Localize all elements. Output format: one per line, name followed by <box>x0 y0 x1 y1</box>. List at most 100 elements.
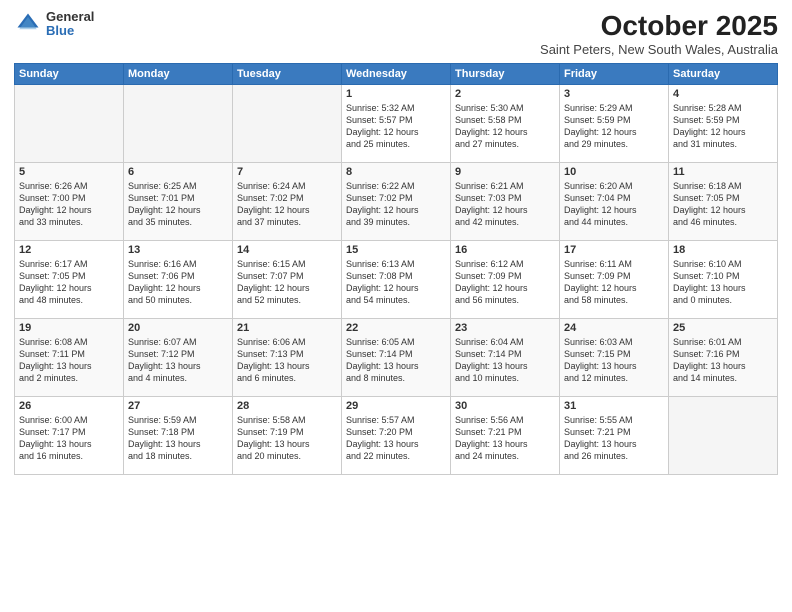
day-number: 10 <box>564 166 664 178</box>
logo-icon <box>14 10 42 38</box>
day-number: 7 <box>237 166 337 178</box>
calendar-table: Sunday Monday Tuesday Wednesday Thursday… <box>14 63 778 475</box>
calendar-cell-w2-d4: 8 Sunrise: 6:22 AM Sunset: 7:02 PM Daylig… <box>342 163 451 241</box>
day-number: 6 <box>128 166 228 178</box>
day-content: Sunrise: 5:29 AM Sunset: 5:59 PM Dayligh… <box>564 102 664 151</box>
calendar-cell-w3-d7: 18 Sunrise: 6:10 AM Sunset: 7:10 PM Dayli… <box>669 241 778 319</box>
day-content: Sunrise: 6:08 AM Sunset: 7:11 PM Dayligh… <box>19 336 119 385</box>
day-number: 17 <box>564 244 664 256</box>
col-monday: Monday <box>124 64 233 85</box>
day-number: 26 <box>19 400 119 412</box>
day-number: 8 <box>346 166 446 178</box>
calendar-cell-w5-d6: 31 Sunrise: 5:55 AM Sunset: 7:21 PM Dayli… <box>560 397 669 475</box>
calendar-cell-w5-d7 <box>669 397 778 475</box>
calendar-cell-w4-d5: 23Sunrise: 6:04 AM Sunset: 7:14 PM Dayli… <box>451 319 560 397</box>
day-number: 31 <box>564 400 664 412</box>
day-content: Sunrise: 6:04 AM Sunset: 7:14 PM Dayligh… <box>455 336 555 385</box>
calendar-cell-w2-d3: 7 Sunrise: 6:24 AM Sunset: 7:02 PM Daylig… <box>233 163 342 241</box>
calendar-cell-w2-d7: 11 Sunrise: 6:18 AM Sunset: 7:05 PM Dayli… <box>669 163 778 241</box>
day-content: Sunrise: 6:10 AM Sunset: 7:10 PM Dayligh… <box>673 258 773 307</box>
day-number: 11 <box>673 166 773 178</box>
calendar-cell-w5-d5: 30 Sunrise: 5:56 AM Sunset: 7:21 PM Dayli… <box>451 397 560 475</box>
calendar-cell-w5-d4: 29 Sunrise: 5:57 AM Sunset: 7:20 PM Dayli… <box>342 397 451 475</box>
day-content: Sunrise: 6:13 AM Sunset: 7:08 PM Dayligh… <box>346 258 446 307</box>
day-number: 30 <box>455 400 555 412</box>
day-number: 14 <box>237 244 337 256</box>
calendar-cell-w2-d5: 9 Sunrise: 6:21 AM Sunset: 7:03 PM Daylig… <box>451 163 560 241</box>
day-content: Sunrise: 6:24 AM Sunset: 7:02 PM Dayligh… <box>237 180 337 229</box>
day-number: 9 <box>455 166 555 178</box>
day-number: 20 <box>128 322 228 334</box>
day-content: Sunrise: 6:20 AM Sunset: 7:04 PM Dayligh… <box>564 180 664 229</box>
calendar-cell-w4-d1: 19 Sunrise: 6:08 AM Sunset: 7:11 PM Dayli… <box>15 319 124 397</box>
day-content: Sunrise: 5:58 AM Sunset: 7:19 PM Dayligh… <box>237 414 337 463</box>
day-content: Sunrise: 6:25 AM Sunset: 7:01 PM Dayligh… <box>128 180 228 229</box>
calendar-cell-w3-d3: 14 Sunrise: 6:15 AM Sunset: 7:07 PM Dayli… <box>233 241 342 319</box>
calendar-cell-w5-d3: 28 Sunrise: 5:58 AM Sunset: 7:19 PM Dayli… <box>233 397 342 475</box>
calendar-cell-w1-d4: 1Sunrise: 5:32 AM Sunset: 5:57 PM Daylig… <box>342 85 451 163</box>
col-wednesday: Wednesday <box>342 64 451 85</box>
logo-text: General Blue <box>46 10 94 39</box>
calendar-cell-w2-d6: 10 Sunrise: 6:20 AM Sunset: 7:04 PM Dayli… <box>560 163 669 241</box>
col-friday: Friday <box>560 64 669 85</box>
col-thursday: Thursday <box>451 64 560 85</box>
day-number: 15 <box>346 244 446 256</box>
page: General Blue October 2025 Saint Peters, … <box>0 0 792 612</box>
day-content: Sunrise: 6:15 AM Sunset: 7:07 PM Dayligh… <box>237 258 337 307</box>
day-content: Sunrise: 6:03 AM Sunset: 7:15 PM Dayligh… <box>564 336 664 385</box>
month-title: October 2025 <box>540 10 778 42</box>
header: General Blue October 2025 Saint Peters, … <box>14 10 778 57</box>
logo-blue-text: Blue <box>46 24 94 38</box>
day-content: Sunrise: 6:05 AM Sunset: 7:14 PM Dayligh… <box>346 336 446 385</box>
day-number: 19 <box>19 322 119 334</box>
calendar-cell-w3-d4: 15 Sunrise: 6:13 AM Sunset: 7:08 PM Dayli… <box>342 241 451 319</box>
calendar-cell-w5-d1: 26 Sunrise: 6:00 AM Sunset: 7:17 PM Dayli… <box>15 397 124 475</box>
day-content: Sunrise: 5:57 AM Sunset: 7:20 PM Dayligh… <box>346 414 446 463</box>
day-content: Sunrise: 6:18 AM Sunset: 7:05 PM Dayligh… <box>673 180 773 229</box>
day-number: 18 <box>673 244 773 256</box>
calendar-cell-w1-d5: 2Sunrise: 5:30 AM Sunset: 5:58 PM Daylig… <box>451 85 560 163</box>
day-number: 25 <box>673 322 773 334</box>
day-content: Sunrise: 6:07 AM Sunset: 7:12 PM Dayligh… <box>128 336 228 385</box>
day-number: 13 <box>128 244 228 256</box>
day-content: Sunrise: 6:17 AM Sunset: 7:05 PM Dayligh… <box>19 258 119 307</box>
col-sunday: Sunday <box>15 64 124 85</box>
calendar-cell-w5-d2: 27 Sunrise: 5:59 AM Sunset: 7:18 PM Dayli… <box>124 397 233 475</box>
day-number: 22 <box>346 322 446 334</box>
calendar-cell-w4-d7: 25 Sunrise: 6:01 AM Sunset: 7:16 PM Dayli… <box>669 319 778 397</box>
calendar-cell-w4-d4: 22 Sunrise: 6:05 AM Sunset: 7:14 PM Dayli… <box>342 319 451 397</box>
day-content: Sunrise: 6:12 AM Sunset: 7:09 PM Dayligh… <box>455 258 555 307</box>
day-content: Sunrise: 5:59 AM Sunset: 7:18 PM Dayligh… <box>128 414 228 463</box>
calendar-cell-w1-d7: 4 Sunrise: 5:28 AM Sunset: 5:59 PM Daylig… <box>669 85 778 163</box>
logo: General Blue <box>14 10 94 39</box>
calendar-cell-w3-d1: 12Sunrise: 6:17 AM Sunset: 7:05 PM Dayli… <box>15 241 124 319</box>
logo-general-text: General <box>46 10 94 24</box>
day-content: Sunrise: 5:55 AM Sunset: 7:21 PM Dayligh… <box>564 414 664 463</box>
day-content: Sunrise: 6:01 AM Sunset: 7:16 PM Dayligh… <box>673 336 773 385</box>
day-content: Sunrise: 6:22 AM Sunset: 7:02 PM Dayligh… <box>346 180 446 229</box>
calendar-week-3: 12Sunrise: 6:17 AM Sunset: 7:05 PM Dayli… <box>15 241 778 319</box>
day-content: Sunrise: 6:00 AM Sunset: 7:17 PM Dayligh… <box>19 414 119 463</box>
day-number: 27 <box>128 400 228 412</box>
calendar-week-4: 19 Sunrise: 6:08 AM Sunset: 7:11 PM Dayli… <box>15 319 778 397</box>
calendar-cell-w3-d2: 13 Sunrise: 6:16 AM Sunset: 7:06 PM Dayli… <box>124 241 233 319</box>
day-content: Sunrise: 6:26 AM Sunset: 7:00 PM Dayligh… <box>19 180 119 229</box>
calendar-cell-w2-d1: 5Sunrise: 6:26 AM Sunset: 7:00 PM Daylig… <box>15 163 124 241</box>
calendar-cell-w4-d3: 21Sunrise: 6:06 AM Sunset: 7:13 PM Dayli… <box>233 319 342 397</box>
day-number: 29 <box>346 400 446 412</box>
title-block: October 2025 Saint Peters, New South Wal… <box>540 10 778 57</box>
col-tuesday: Tuesday <box>233 64 342 85</box>
day-content: Sunrise: 6:11 AM Sunset: 7:09 PM Dayligh… <box>564 258 664 307</box>
calendar-cell-w1-d6: 3Sunrise: 5:29 AM Sunset: 5:59 PM Daylig… <box>560 85 669 163</box>
calendar-cell-w1-d1 <box>15 85 124 163</box>
day-number: 28 <box>237 400 337 412</box>
day-content: Sunrise: 6:16 AM Sunset: 7:06 PM Dayligh… <box>128 258 228 307</box>
day-content: Sunrise: 5:56 AM Sunset: 7:21 PM Dayligh… <box>455 414 555 463</box>
day-number: 16 <box>455 244 555 256</box>
calendar-header-row: Sunday Monday Tuesday Wednesday Thursday… <box>15 64 778 85</box>
day-number: 4 <box>673 88 773 100</box>
calendar-cell-w3-d5: 16 Sunrise: 6:12 AM Sunset: 7:09 PM Dayli… <box>451 241 560 319</box>
day-content: Sunrise: 5:28 AM Sunset: 5:59 PM Dayligh… <box>673 102 773 151</box>
day-content: Sunrise: 6:21 AM Sunset: 7:03 PM Dayligh… <box>455 180 555 229</box>
day-number: 21 <box>237 322 337 334</box>
